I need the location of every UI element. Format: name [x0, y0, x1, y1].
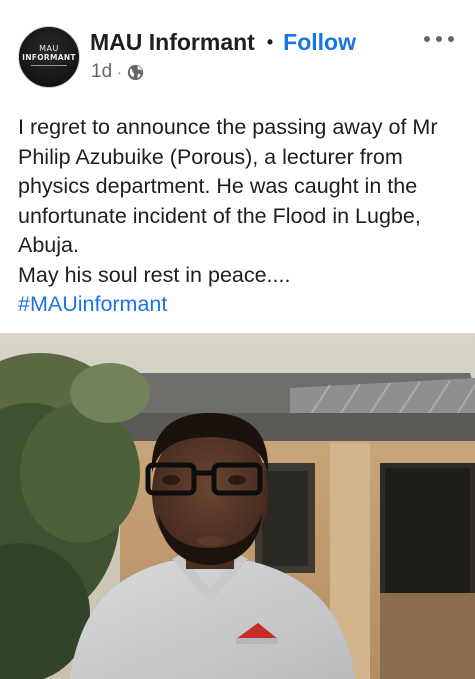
more-dot [424, 36, 430, 42]
post-header: MAU INFORMANT MAU Informant • Follow 1d … [0, 0, 475, 100]
author-name[interactable]: MAU Informant [90, 29, 255, 56]
header-separator: • [266, 31, 274, 52]
author-line: MAU Informant • Follow [90, 28, 356, 56]
more-dot [448, 36, 454, 42]
post-photo[interactable] [0, 333, 475, 679]
more-options-icon[interactable] [424, 32, 454, 46]
more-dot [436, 36, 442, 42]
globe-icon [127, 64, 144, 81]
avatar-logo-line2: INFORMANT [22, 53, 76, 62]
avatar-logo-underline [31, 65, 67, 66]
avatar-logo-line1: MAU [39, 44, 59, 53]
post-body: I regret to announce the passing away of… [18, 113, 468, 320]
post-paragraph: May his soul rest in peace.... [18, 262, 291, 287]
follow-button[interactable]: Follow [283, 29, 356, 56]
post-meta: 1d · [91, 61, 144, 83]
avatar-logo: MAU INFORMANT [19, 44, 79, 66]
author-avatar[interactable]: MAU INFORMANT [18, 26, 80, 88]
post-paragraph: I regret to announce the passing away of… [18, 115, 438, 257]
post-timestamp[interactable]: 1d [91, 61, 112, 83]
hashtag-link[interactable]: #MAUinformant [18, 292, 167, 316]
meta-separator: · [117, 64, 122, 80]
